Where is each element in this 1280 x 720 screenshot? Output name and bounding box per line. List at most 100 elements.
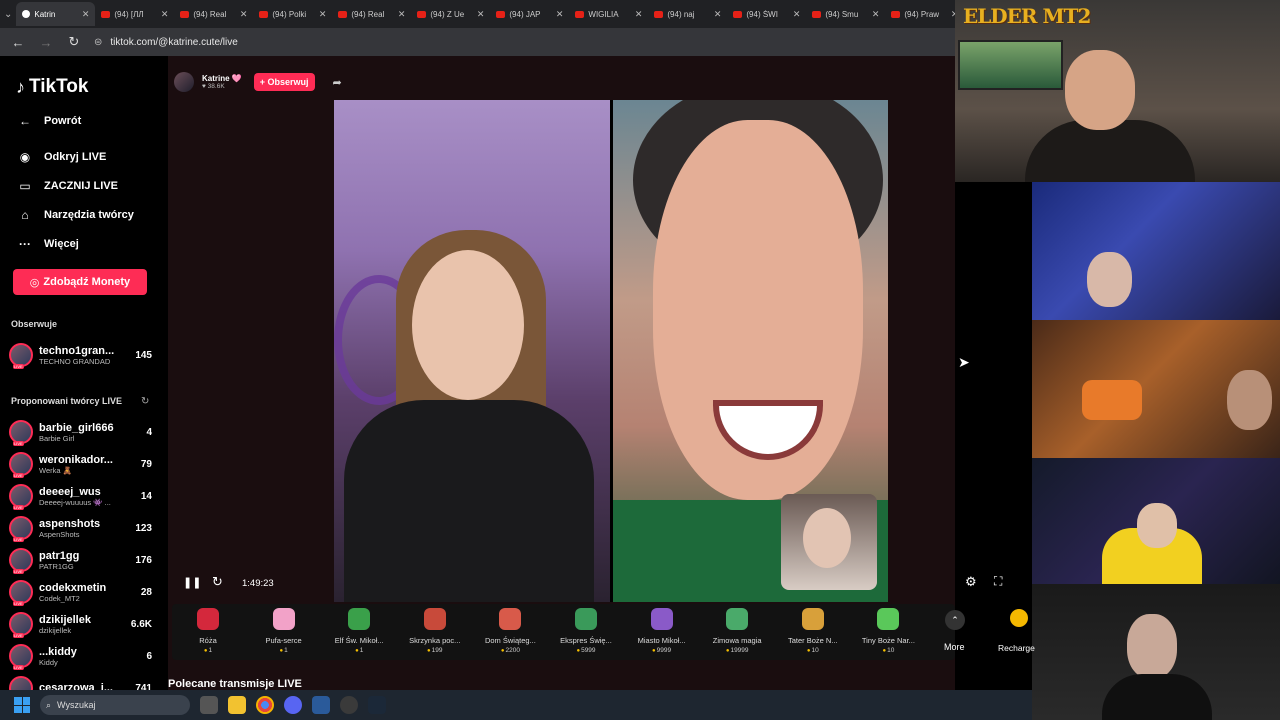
creator-avatar — [9, 452, 33, 478]
app-icon[interactable] — [312, 696, 330, 714]
gift-item[interactable]: Pufa-serce 1 — [248, 608, 320, 654]
gift-item[interactable]: Zimowa magia 19999 — [701, 608, 773, 654]
follow-button[interactable]: + Obserwuj — [253, 73, 315, 91]
creator-subtitle: dzikijellek — [39, 625, 72, 635]
creator-item[interactable]: dzikijellek dzikijellek 6.6K — [9, 610, 152, 638]
creator-avatar — [9, 580, 33, 606]
more-gifts-button[interactable]: More — [944, 642, 965, 652]
gift-price: 5999 — [550, 647, 622, 654]
site-info-icon[interactable]: ⊜ — [94, 37, 102, 48]
gift-item[interactable]: Elf Św. Mikoł... 1 — [323, 608, 395, 654]
browser-tab[interactable]: (94) Z Ue ✕ — [411, 2, 490, 26]
refresh-icon[interactable]: ↻ — [141, 396, 149, 407]
task-view-icon[interactable] — [200, 696, 218, 714]
gift-item[interactable]: Tiny Boże Nar... 10 — [852, 608, 924, 654]
gift-item[interactable]: Róża 1 — [172, 608, 244, 654]
settings-icon[interactable]: ⚙ — [965, 574, 977, 590]
url-field[interactable]: ⊜ tiktok.com/@katrine.cute/live — [94, 37, 238, 48]
close-tab-icon[interactable]: ✕ — [714, 9, 722, 20]
close-tab-icon[interactable]: ✕ — [793, 9, 801, 20]
creator-info: ...kiddy Kiddy — [39, 646, 120, 667]
browser-tab[interactable]: (94) Real ✕ — [174, 2, 253, 26]
reload-stream-icon[interactable]: ↻ — [212, 574, 223, 590]
windows-start-icon[interactable] — [14, 697, 30, 713]
viewer-count: 145 — [135, 349, 152, 361]
nav-more[interactable]: ··· Więcej — [16, 237, 79, 251]
gift-item[interactable]: Dom Świąteg... 2200 — [474, 608, 546, 654]
browser-tab[interactable]: (94) Praw✕ — [885, 2, 964, 26]
fullscreen-icon[interactable]: ⛶ — [994, 574, 1002, 589]
browser-tab[interactable]: (94) naj ✕ — [648, 2, 727, 26]
creator-item[interactable]: codekxmetin Codek_MT2 28 — [9, 578, 152, 606]
creator-item[interactable]: cesarzowa_i... 741 — [9, 674, 152, 690]
tiktok-logo[interactable]: ♪ TikTok — [16, 76, 88, 98]
nav-start-live[interactable]: ▭ ZACZNIJ LIVE — [16, 179, 118, 193]
close-tab-icon[interactable]: ✕ — [635, 9, 643, 20]
streamer-shirt — [1025, 120, 1195, 182]
chrome-icon[interactable] — [256, 696, 274, 714]
tab-title: (94) Real — [193, 9, 227, 19]
browser-tab[interactable]: (94) Smu ✕ — [806, 2, 885, 26]
host-info: Katrine 🩷 ♥ 38.6K — [202, 74, 242, 90]
gift-item[interactable]: Skrzynka poc... 199 — [399, 608, 471, 654]
video-stage[interactable] — [334, 100, 888, 602]
close-tab-icon[interactable]: ✕ — [82, 9, 90, 20]
creator-name: deeeej_wus — [39, 485, 101, 498]
gift-item[interactable]: Miasto Mikoł... 9999 — [626, 608, 698, 654]
browser-tab[interactable]: (94) Polki ✕ — [253, 2, 332, 26]
creator-item[interactable]: deeeej_wus Deeeej-wuuuus 👾 ... 14 — [9, 482, 152, 510]
tab-search-icon[interactable]: ⌄ — [4, 5, 12, 23]
nav-creator-tools[interactable]: ⌂ Narzędzia twórcy — [16, 208, 134, 222]
browser-tab[interactable]: (94) Real ✕ — [332, 2, 411, 26]
back-link[interactable]: ← Powrót — [16, 114, 81, 128]
taskbar-search[interactable]: ⌕ Wyszukaj — [40, 695, 190, 715]
browser-tab[interactable]: (94) ŚWI ✕ — [727, 2, 806, 26]
more-up-icon[interactable]: ⌃ — [945, 610, 965, 630]
creator-avatar — [9, 484, 33, 510]
gift-item[interactable]: Tater Boże N... 10 — [777, 608, 849, 654]
suggested-heading: Proponowani twórcy LIVE — [11, 396, 123, 406]
close-tab-icon[interactable]: ✕ — [556, 9, 564, 20]
creator-info: deeeej_wus Deeeej-wuuuus 👾 ... — [39, 486, 120, 507]
forward-arrow-icon[interactable]: → — [38, 35, 54, 50]
close-tab-icon[interactable]: ✕ — [398, 9, 406, 20]
close-tab-icon[interactable]: ✕ — [240, 9, 248, 20]
steam-icon[interactable] — [368, 696, 386, 714]
close-tab-icon[interactable]: ✕ — [477, 9, 485, 20]
creator-item[interactable]: barbie_girl666 Barbie Girl 4 — [9, 418, 152, 446]
youtube-favicon-icon — [654, 10, 664, 18]
nav-discover-live[interactable]: ◉ Odkryj LIVE — [16, 150, 107, 164]
coin-icon[interactable] — [1010, 609, 1028, 627]
creator-item[interactable]: aspenshots AspenShots 123 — [9, 514, 152, 542]
close-tab-icon[interactable]: ✕ — [872, 9, 880, 20]
obs-icon[interactable] — [340, 696, 358, 714]
browser-tab[interactable]: (94) JAP ✕ — [490, 2, 569, 26]
creator-item[interactable]: techno1gran... TECHNO GRANDAD 145 — [9, 341, 152, 369]
gift-price: 2200 — [474, 647, 546, 654]
gift-item[interactable]: Ekspres Świę... 5999 — [550, 608, 622, 654]
back-arrow-icon[interactable]: ← — [10, 35, 26, 50]
browser-tab[interactable]: (94) [ЛЛ ✕ — [95, 2, 174, 26]
creator-item[interactable]: patr1gg PATR1GG 176 — [9, 546, 152, 574]
get-coins-button[interactable]: ◎ Zdobądź Monety — [13, 269, 147, 295]
share-icon[interactable]: ➦ — [333, 76, 342, 89]
picture-in-picture[interactable] — [781, 494, 877, 590]
creator-item[interactable]: weronikador... Werka 🧸 79 — [9, 450, 152, 478]
host-avatar[interactable] — [174, 72, 194, 92]
close-tab-icon[interactable]: ✕ — [319, 9, 327, 20]
gift-bar: Róża 1 Pufa-serce 1 Elf Św. Mikoł... 1 S… — [172, 604, 965, 660]
browser-tab-bar: ⌄ Katrin ✕ (94) [ЛЛ ✕ (94) Real ✕ (94) Polki ✕(… — [0, 0, 958, 28]
close-tab-icon[interactable]: ✕ — [161, 9, 169, 20]
reload-icon[interactable]: ↻ — [66, 34, 82, 50]
discord-icon[interactable] — [284, 696, 302, 714]
host-name[interactable]: Katrine 🩷 — [202, 74, 242, 83]
file-explorer-icon[interactable] — [228, 696, 246, 714]
viewer-count: 4 — [146, 426, 152, 438]
creator-info: weronikador... Werka 🧸 — [39, 454, 120, 475]
browser-tab[interactable]: WIGILIA ✕ — [569, 2, 648, 26]
creator-item[interactable]: ...kiddy Kiddy 6 — [9, 642, 152, 670]
recharge-button[interactable]: Recharge — [998, 643, 1035, 653]
browser-tab[interactable]: Katrin ✕ — [16, 2, 96, 26]
pause-icon[interactable]: ❚❚ — [183, 576, 201, 589]
creator-subtitle: AspenShots — [39, 529, 80, 539]
